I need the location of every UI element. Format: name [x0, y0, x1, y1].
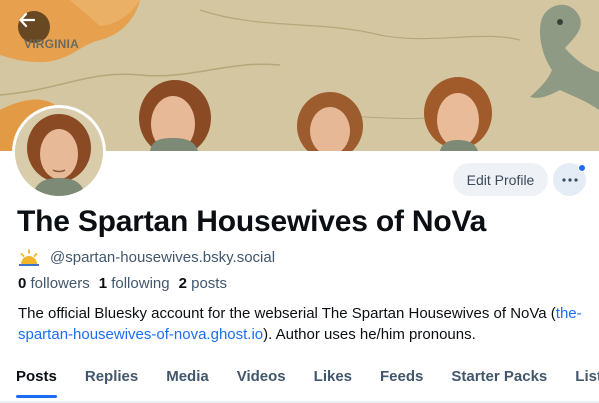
- edit-profile-button[interactable]: Edit Profile: [453, 163, 548, 196]
- display-name: The Spartan Housewives of NoVa: [17, 205, 487, 238]
- tab-likes[interactable]: Likes: [314, 358, 352, 403]
- bio-text-start: The official Bluesky account for the web…: [18, 305, 556, 322]
- banner-map-label: VIRGINIA: [24, 37, 79, 51]
- sun-icon: [19, 249, 39, 266]
- tab-label: Replies: [84, 368, 139, 385]
- bio-text-end: ). Author uses he/him pronouns.: [263, 326, 476, 343]
- tab-lists[interactable]: Lists: [575, 358, 599, 403]
- tab-label: Likes: [313, 368, 353, 385]
- following-count: 1: [98, 275, 108, 292]
- profile-tabs: Posts Replies Media Videos Likes Feeds S…: [0, 358, 599, 403]
- tab-label: Lists: [575, 368, 599, 385]
- tab-videos[interactable]: Videos: [237, 358, 286, 403]
- arrow-left-icon: [19, 12, 36, 28]
- posts-count: 2: [178, 275, 187, 292]
- avatar-image: [15, 108, 103, 196]
- handle-row: @spartan-housewives.bsky.social: [18, 246, 275, 268]
- posts-label: posts: [191, 275, 227, 292]
- profile-bio: The official Bluesky account for the web…: [18, 303, 593, 345]
- tab-feeds[interactable]: Feeds: [380, 358, 423, 403]
- following-label: following: [111, 275, 170, 292]
- active-tab-indicator: [16, 395, 57, 398]
- tab-label: Posts: [16, 368, 57, 385]
- posts-stat: 2 posts: [179, 275, 227, 292]
- handle[interactable]: @spartan-housewives.bsky.social: [50, 249, 275, 266]
- tab-media[interactable]: Media: [166, 358, 209, 403]
- followers-count: 0: [18, 275, 27, 292]
- tab-label: Videos: [236, 368, 286, 385]
- tab-replies[interactable]: Replies: [85, 358, 138, 403]
- tab-starter-packs[interactable]: Starter Packs: [451, 358, 547, 403]
- tab-label: Starter Packs: [451, 368, 548, 385]
- tab-label: Media: [166, 368, 209, 385]
- tab-posts[interactable]: Posts: [16, 358, 57, 403]
- notification-dot: [578, 164, 586, 172]
- followers-stat[interactable]: 0 followers: [18, 275, 90, 292]
- following-stat[interactable]: 1 following: [99, 275, 170, 292]
- followers-label: followers: [30, 275, 90, 292]
- more-horizontal-icon: [561, 177, 578, 182]
- tab-label: Feeds: [380, 368, 424, 385]
- avatar[interactable]: [12, 105, 106, 199]
- profile-stats: 0 followers 1 following 2 posts: [18, 275, 236, 292]
